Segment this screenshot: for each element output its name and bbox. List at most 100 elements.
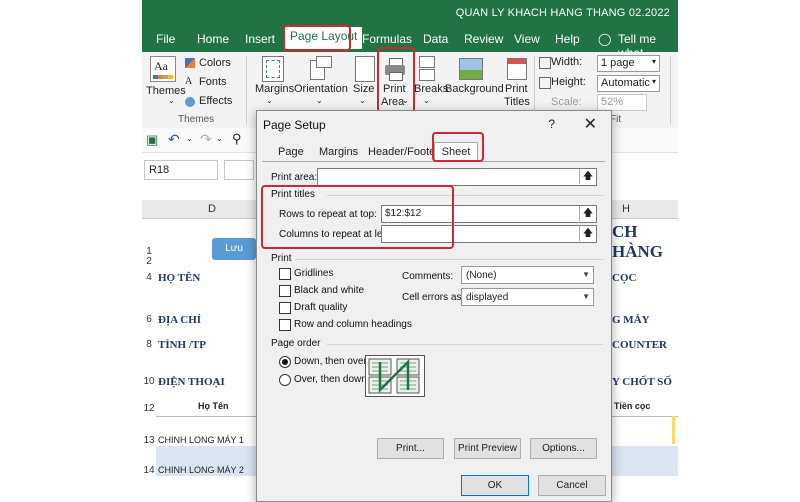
scale-label: Scale:	[551, 96, 582, 108]
collapse-icon[interactable]: 🡅	[579, 226, 596, 241]
cancel-button[interactable]: Cancel	[538, 475, 606, 496]
formula-bar[interactable]	[224, 160, 254, 180]
options-button[interactable]: Options...	[530, 438, 597, 459]
row-header[interactable]: 12	[142, 403, 156, 414]
size-button[interactable]: Size	[353, 83, 374, 95]
tab-data[interactable]: Data	[423, 32, 448, 46]
section-divider	[295, 259, 603, 260]
document-title: QUAN LY KHACH HANG THANG 02.2022	[455, 7, 670, 19]
table-row[interactable]: CHINH LONG MÁY 1	[158, 435, 244, 445]
breaks-button[interactable]: Breaks	[414, 83, 448, 95]
row-header[interactable]: 2	[142, 256, 156, 267]
section-divider	[327, 344, 603, 345]
tab-header-footer[interactable]: Header/Footer	[368, 146, 439, 158]
sheet-title-fragment: CH HÀNG	[612, 222, 663, 261]
save-sheet-button[interactable]: Lưu	[212, 238, 256, 260]
down-then-over-radio[interactable]	[279, 356, 291, 368]
black-and-white-checkbox[interactable]	[279, 285, 291, 297]
cell-errors-label: Cell errors as:	[402, 292, 465, 303]
over-then-down-label[interactable]: Over, then down	[294, 374, 367, 385]
over-then-down-radio[interactable]	[279, 374, 291, 386]
row-header[interactable]: 8	[142, 339, 156, 350]
width-label: Width:	[551, 56, 583, 68]
print-titles-label-2[interactable]: Titles	[504, 96, 530, 108]
tab-insert[interactable]: Insert	[245, 32, 275, 46]
row-header[interactable]: 14	[142, 465, 156, 476]
label-chot-so: Y CHỐT SỐ	[612, 376, 672, 388]
orientation-button[interactable]: Orientation	[294, 83, 348, 95]
label-coc: CỌC	[612, 272, 637, 284]
gridlines-checkbox[interactable]	[279, 268, 291, 280]
chevron-down-icon: ⌄	[423, 96, 430, 105]
close-icon[interactable]: ✕	[584, 114, 597, 134]
row-header[interactable]: 4	[142, 272, 156, 283]
themes-label[interactable]: Themes	[146, 85, 186, 97]
tab-margins[interactable]: Margins	[319, 146, 358, 158]
fonts-icon: A	[185, 76, 193, 87]
colors-button[interactable]: Colors	[199, 57, 231, 69]
table-header-cell[interactable]: Tiền cọc	[610, 398, 678, 417]
highlight-print-area	[377, 47, 415, 113]
chevron-down-icon: ▾	[651, 57, 656, 66]
tab-view[interactable]: View	[514, 32, 540, 46]
themes-icon[interactable]: Aa	[150, 56, 176, 82]
chevron-down-icon: ▼	[582, 270, 590, 279]
label-dia-chi: ĐỊA CHỈ	[158, 314, 202, 326]
chevron-down-icon: ▾	[651, 77, 656, 86]
row-header[interactable]: 13	[142, 435, 156, 446]
column-header-bar-right: H	[610, 200, 678, 219]
column-header-d[interactable]: D	[208, 203, 216, 215]
chevron-down-icon[interactable]: ⌄	[186, 134, 193, 143]
print-button[interactable]: Print...	[377, 438, 444, 459]
width-value: 1 page	[601, 57, 635, 69]
tab-help[interactable]: Help	[555, 32, 580, 46]
black-and-white-label[interactable]: Black and white	[294, 285, 364, 296]
column-header-h[interactable]: H	[622, 203, 630, 215]
collapse-icon[interactable]: 🡅	[579, 169, 596, 184]
fonts-button[interactable]: Fonts	[199, 76, 227, 88]
tab-formulas[interactable]: Formulas	[362, 32, 412, 46]
print-preview-icon[interactable]: ⚲	[232, 131, 242, 147]
redo-icon[interactable]: ↷	[200, 131, 212, 148]
page-order-preview	[365, 355, 425, 397]
comments-value: (None)	[466, 270, 497, 281]
tab-page[interactable]: Page	[278, 146, 304, 158]
comments-select[interactable]: (None) ▼	[461, 266, 594, 284]
width-dropdown[interactable]: 1 page ▾	[597, 55, 660, 72]
cell-errors-select[interactable]: displayed ▼	[461, 288, 594, 306]
print-preview-button[interactable]: Print Preview	[454, 438, 521, 459]
margins-button[interactable]: Margins	[255, 83, 294, 95]
save-icon[interactable]: ▣	[146, 132, 158, 148]
down-then-over-label[interactable]: Down, then over	[294, 356, 367, 367]
row-header[interactable]: 10	[142, 376, 156, 387]
ok-button[interactable]: OK	[461, 475, 529, 496]
tab-review[interactable]: Review	[464, 32, 503, 46]
row-col-headings-checkbox[interactable]	[279, 319, 291, 331]
breaks-icon	[419, 56, 435, 81]
undo-icon[interactable]: ↶	[168, 131, 180, 148]
collapse-icon[interactable]: 🡅	[579, 206, 596, 221]
gridlines-label[interactable]: Gridlines	[294, 268, 333, 279]
height-dropdown[interactable]: Automatic ▾	[597, 75, 660, 92]
title-bar: QUAN LY KHACH HANG THANG 02.2022	[142, 0, 678, 28]
print-titles-icon	[507, 58, 527, 80]
effects-button[interactable]: Effects	[199, 95, 232, 107]
tab-file[interactable]: File	[156, 32, 175, 46]
row-header[interactable]: 6	[142, 314, 156, 325]
background-button[interactable]: Background	[445, 83, 504, 95]
table-row[interactable]: CHINH LONG MÁY 2	[158, 465, 244, 475]
draft-quality-checkbox[interactable]	[279, 302, 291, 314]
lightbulb-icon: ◯	[598, 32, 612, 46]
row-col-headings-label[interactable]: Row and column headings	[294, 319, 412, 330]
name-box[interactable]: R18	[144, 160, 218, 180]
print-area-input[interactable]: 🡅	[317, 168, 597, 186]
scale-input[interactable]: 52%	[597, 94, 647, 111]
help-icon[interactable]: ?	[548, 117, 555, 131]
group-divider	[246, 56, 247, 124]
chevron-down-icon[interactable]: ⌄	[216, 134, 223, 143]
print-titles-label-1[interactable]: Print	[505, 83, 528, 95]
tab-home[interactable]: Home	[197, 32, 229, 46]
header-ho-ten: Họ Tên	[198, 401, 229, 411]
table-header-cell[interactable]: Họ Tên	[156, 398, 256, 417]
draft-quality-label[interactable]: Draft quality	[294, 302, 347, 313]
